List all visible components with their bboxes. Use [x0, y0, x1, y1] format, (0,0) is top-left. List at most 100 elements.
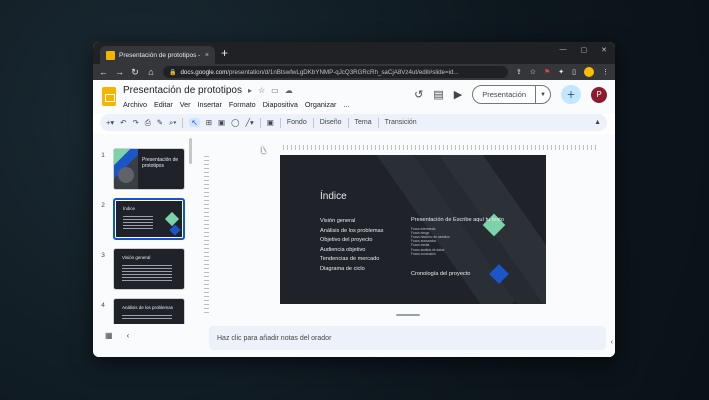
history-icon[interactable]: ↺ — [414, 88, 423, 101]
comment-icon[interactable]: ▣ — [267, 118, 274, 127]
lock-icon: 🔒 — [169, 69, 177, 76]
menu-insertar[interactable]: Insertar — [198, 100, 222, 109]
filmstrip-item[interactable]: 4 Análisis de los problemas — [93, 298, 185, 324]
present-button-group: Presentación ▼ — [472, 85, 551, 104]
url-input[interactable]: 🔒 docs.google.com/presentation/d/1nBtswf… — [163, 66, 508, 78]
line-icon[interactable]: ╱▾ — [246, 118, 254, 127]
mouse-cursor-icon — [262, 146, 266, 153]
new-tab-button[interactable]: + — [221, 46, 228, 60]
slide-number: 2 — [101, 202, 105, 209]
slides-favicon-icon — [106, 50, 115, 60]
menu-more[interactable]: ... — [343, 100, 349, 109]
home-button[interactable]: ⌂ — [147, 67, 155, 77]
minimize-button[interactable]: — — [560, 46, 567, 54]
slide-left-list[interactable]: Visión general Análisis de los problemas… — [320, 217, 383, 275]
close-window-button[interactable]: ✕ — [601, 46, 607, 54]
filmstrip-scrollbar[interactable] — [189, 138, 192, 164]
move-folder-icon[interactable]: ▭ — [271, 86, 279, 95]
extension-flag-icon[interactable]: ⚑ — [544, 68, 550, 76]
slide-list-item: Objetivo del proyecto — [320, 237, 373, 244]
slide-number: 4 — [101, 302, 105, 309]
cloud-saved-icon: ☁ — [284, 86, 293, 95]
reload-button[interactable]: ↻ — [131, 67, 139, 78]
chrome-menu-icon[interactable]: ⋮ — [602, 68, 609, 76]
menu-organizar[interactable]: Organizar — [305, 100, 337, 109]
toolbar-divider — [312, 117, 314, 128]
zoom-icon[interactable]: ⌕▾ — [169, 118, 176, 128]
tab-title: Presentación de prototipos - Pre... — [119, 51, 201, 59]
share-page-icon[interactable]: ⇪ — [516, 68, 522, 76]
document-title[interactable]: Presentación de prototipos — [123, 85, 242, 96]
transition-button[interactable]: Transición — [385, 119, 417, 126]
speaker-notes-field[interactable]: Haz clic para añadir notas del orador — [209, 326, 606, 350]
side-panel-toggle-icon[interactable]: ‹ — [611, 339, 613, 346]
slide-filmstrip: 1 Presentación de prototipos 2 Índice 3 — [93, 134, 193, 324]
slide-list-item: Diagrama de ciclo — [320, 265, 365, 272]
filmstrip-item[interactable]: 1 Presentación de prototipos — [93, 148, 185, 190]
grid-view-icon[interactable]: ▦ — [105, 331, 113, 340]
slide-thumbnail[interactable]: Visión general — [113, 248, 185, 290]
print-icon[interactable]: ⎙ — [145, 118, 151, 128]
slide-thumbnail[interactable]: Análisis de los problemas — [113, 298, 185, 324]
slides-logo-icon[interactable] — [102, 87, 116, 106]
browser-tab[interactable]: Presentación de prototipos - Pre... × — [100, 46, 215, 64]
notes-resize-handle[interactable] — [396, 314, 420, 316]
redo-icon[interactable]: ↷ — [132, 118, 138, 127]
slide-right-block[interactable]: Presentación de Escribe aquí tu texto Fo… — [411, 217, 506, 256]
tab-close-icon[interactable]: × — [205, 52, 209, 59]
slide-list-item: Tendencias de mercado — [320, 256, 380, 263]
text-box-icon[interactable]: ⊞ — [206, 118, 212, 127]
background-button[interactable]: Fondo — [287, 119, 307, 126]
editor-toolbar: +▾ ↶ ↷ ⎙ ✎ ⌕▾ ↖ ⊞ ▣ ◯ ╱▾ ▣ Fondo Diseño … — [100, 114, 607, 131]
toolbar-divider — [279, 117, 281, 128]
slide-list-item: Audiencia objetivo — [320, 246, 366, 253]
thumb-label: Visión general — [122, 255, 151, 260]
bookmark-star-icon[interactable]: ☆ — [530, 68, 536, 76]
filmstrip-item[interactable]: 2 Índice — [93, 198, 185, 240]
star-icon[interactable]: ☆ — [258, 86, 265, 95]
collapse-toolbar-icon[interactable]: ▲ — [594, 119, 601, 126]
select-tool-icon[interactable]: ↖ — [189, 118, 200, 127]
document-title-row: Presentación de prototipos ▸ ☆ ▭ ☁ — [123, 85, 293, 96]
account-avatar[interactable]: P — [591, 86, 607, 103]
sidepanel-icon[interactable]: ▯ — [572, 68, 576, 76]
toolbar-divider — [347, 117, 349, 128]
thumb-decoration — [164, 211, 180, 227]
present-button[interactable]: Presentación — [473, 86, 536, 103]
undo-icon[interactable]: ↶ — [120, 118, 126, 127]
collapse-filmstrip-icon[interactable]: ‹ — [127, 331, 130, 340]
share-button[interactable]: ＋ — [561, 85, 581, 104]
meet-icon[interactable]: ▶ — [454, 88, 462, 101]
back-button[interactable]: ← — [99, 67, 108, 77]
slide-canvas[interactable]: Índice Visión general Análisis de los pr… — [280, 155, 546, 304]
menu-ver[interactable]: Ver — [180, 100, 191, 109]
forward-button[interactable]: → — [115, 67, 124, 77]
slide-right-sublist: Focus intermedia Focus riesgo Focus hist… — [411, 227, 506, 256]
thumb-label: Análisis de los problemas — [122, 305, 174, 310]
paint-format-icon[interactable]: ✎ — [157, 118, 163, 127]
slide-right-bottom[interactable]: Cronología del proyecto — [411, 271, 470, 277]
tab-strip: Presentación de prototipos - Pre... × + … — [93, 42, 615, 64]
slide-thumbnail-selected[interactable]: Índice — [113, 198, 185, 240]
layout-button[interactable]: Diseño — [320, 119, 342, 126]
comments-icon[interactable]: ▤ — [433, 88, 443, 101]
slide-number: 3 — [101, 252, 105, 259]
slide-heading[interactable]: Índice — [320, 191, 347, 202]
menu-editar[interactable]: Editar — [154, 100, 173, 109]
profile-avatar[interactable] — [584, 67, 594, 77]
image-icon[interactable]: ▣ — [218, 118, 225, 127]
present-quick-icon[interactable]: ▸ — [248, 86, 252, 95]
view-controls: ▦ ‹ — [105, 331, 129, 340]
new-slide-icon[interactable]: +▾ — [106, 118, 114, 127]
present-dropdown-icon[interactable]: ▼ — [536, 86, 550, 103]
theme-button[interactable]: Tema — [355, 119, 372, 126]
slide-thumbnail[interactable]: Presentación de prototipos — [113, 148, 185, 190]
shape-icon[interactable]: ◯ — [231, 118, 239, 127]
speaker-notes-placeholder: Haz clic para añadir notas del orador — [217, 334, 332, 342]
filmstrip-item[interactable]: 3 Visión general — [93, 248, 185, 290]
extensions-puzzle-icon[interactable]: ✦ — [558, 68, 564, 76]
menu-diapositiva[interactable]: Diapositiva — [263, 100, 298, 109]
menu-formato[interactable]: Formato — [229, 100, 256, 109]
maximize-button[interactable]: ▢ — [581, 46, 588, 54]
menu-archivo[interactable]: Archivo — [123, 100, 147, 109]
